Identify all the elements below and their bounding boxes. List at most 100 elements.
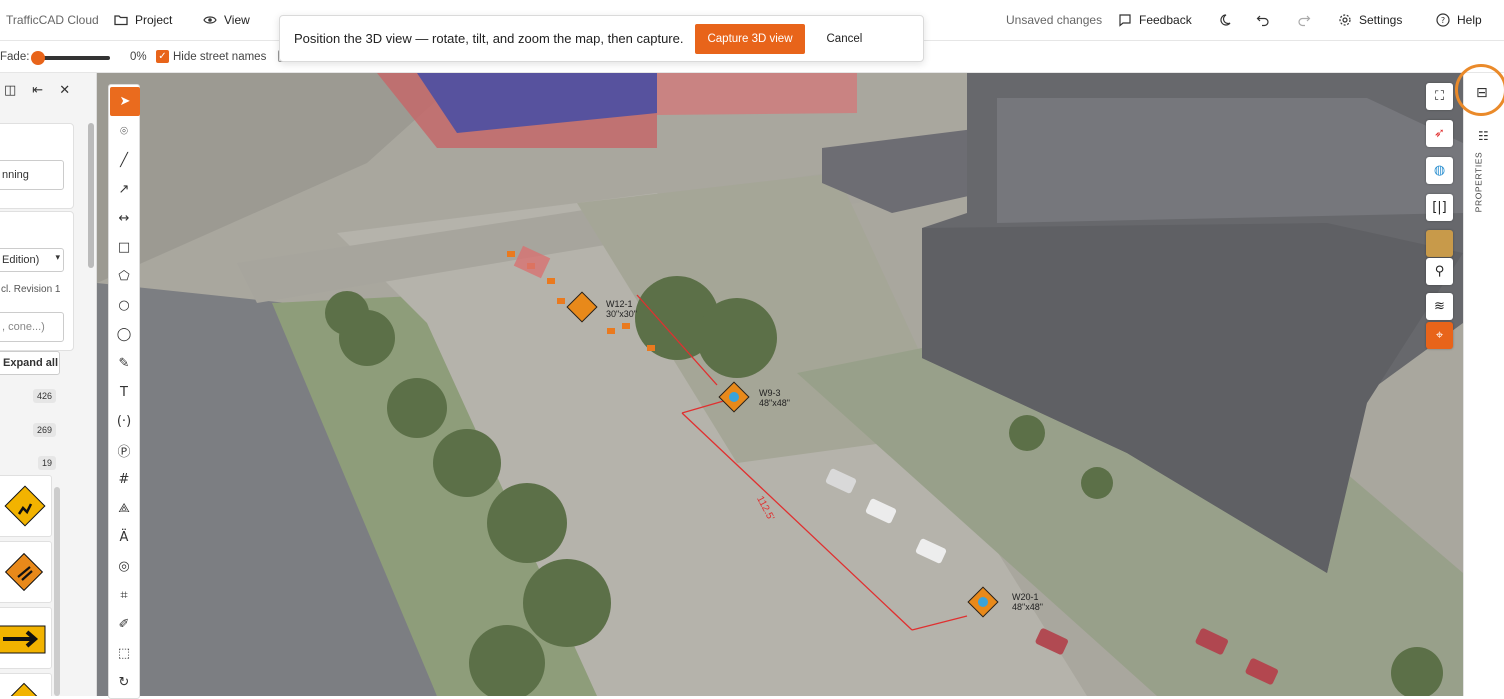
project-menu-label: Project <box>135 13 173 27</box>
ellipse-tool-icon[interactable]: ◯ <box>109 320 139 349</box>
line-tool-icon[interactable]: ╱ <box>109 146 139 175</box>
circle-tool-icon[interactable]: ○ <box>109 291 139 320</box>
compass-icon[interactable]: ➶ <box>1426 120 1453 147</box>
drawing-toolbar: ➤ ⌾ ╱ ↗ ↔ □ ⬠ ○ ◯ ✎ T (·) Ⓟ # ⟁ Ä ◎ ⌗ ✐ … <box>108 84 140 699</box>
arc-tool-icon[interactable]: ↗ <box>109 175 139 204</box>
sign-library-card: Edition) ▾ cl. Revision 1 , cone...) <box>0 211 74 351</box>
crosswalk-tool-icon[interactable]: # <box>109 465 139 494</box>
arrow-board-sign-icon <box>0 625 46 654</box>
undo-icon <box>1256 15 1269 27</box>
warning-sign-icon <box>7 682 41 696</box>
highlighted-zone-pink <box>657 73 857 115</box>
lane-shift-sign-icon <box>4 552 44 592</box>
double-reverse-curve-sign-icon <box>4 485 46 527</box>
redo-icon <box>1298 15 1311 27</box>
feedback-button[interactable]: Feedback <box>1118 13 1192 27</box>
capture-banner: Position the 3D view — rotate, tilt, and… <box>279 15 924 62</box>
edition-select-value: Edition) <box>2 254 40 266</box>
panel-scrollbar[interactable] <box>88 123 94 268</box>
select-tool-icon[interactable]: ➤ <box>110 87 140 116</box>
sign-tile[interactable] <box>0 607 52 669</box>
pegman-icon[interactable]: ⚲ <box>1426 258 1453 285</box>
close-icon[interactable]: ✕ <box>59 83 70 98</box>
svg-text:?: ? <box>1441 16 1445 25</box>
help-label: Help <box>1457 13 1482 27</box>
marker-tool-icon[interactable]: ✐ <box>109 610 139 639</box>
grid-tool-icon[interactable]: ⌗ <box>109 581 139 610</box>
split-view-icon[interactable]: [|] <box>1426 194 1453 221</box>
settings-button[interactable]: Settings <box>1338 13 1402 27</box>
cancel-button[interactable]: Cancel <box>812 32 877 45</box>
undo-button[interactable] <box>1256 13 1270 27</box>
area-select-tool-icon[interactable]: ⬚ <box>109 639 139 668</box>
sign-size: 48"x48" <box>759 398 790 408</box>
sign-size: 30"x30" <box>606 309 637 319</box>
left-panel: ◫ ⇤ ✕ nning Edition) ▾ cl. Revision 1 , c… <box>0 73 97 696</box>
sign-code: W12-1 <box>606 299 633 309</box>
panel-section-card: nning <box>0 123 74 209</box>
fade-slider-thumb[interactable] <box>31 51 45 65</box>
hide-street-names-checkbox[interactable]: ✓ <box>156 50 169 63</box>
moon-icon <box>1220 14 1231 26</box>
pencil-tool-icon[interactable]: ✎ <box>109 349 139 378</box>
category-count-badge: 19 <box>37 456 56 470</box>
redo-button[interactable] <box>1297 13 1311 27</box>
project-menu[interactable]: Project <box>114 13 172 27</box>
node-tool-icon[interactable]: ⟁ <box>109 494 139 523</box>
lasso-tool-icon[interactable]: ⌾ <box>109 117 139 146</box>
theme-toggle-button[interactable] <box>1220 13 1234 27</box>
globe-icon[interactable]: ◍ <box>1426 157 1453 184</box>
text-tool-icon[interactable]: T <box>109 378 139 407</box>
fullscreen-icon[interactable]: ⛶ <box>1426 83 1453 110</box>
measure-tool-icon[interactable]: ↔ <box>109 204 139 233</box>
feedback-label: Feedback <box>1139 13 1192 27</box>
panel-toggle-icon[interactable]: ⊟ <box>1476 85 1494 103</box>
help-circle-icon: ? <box>1436 13 1450 27</box>
bracket-tool-icon[interactable]: (·) <box>109 407 139 436</box>
expand-all-button[interactable]: Expand all <box>0 351 60 375</box>
properties-tab[interactable]: PROPERTIES <box>1473 152 1483 213</box>
help-button[interactable]: ? Help <box>1436 13 1482 27</box>
barricade-tool-icon[interactable]: Ä <box>109 523 139 552</box>
category-count-badge: 426 <box>32 389 56 403</box>
satellite-layer-icon[interactable] <box>1426 230 1453 257</box>
collapse-panel-icon[interactable]: ⇤ <box>32 83 43 98</box>
sign-tile[interactable] <box>0 673 52 696</box>
settings-label: Settings <box>1359 13 1403 27</box>
sliders-icon[interactable]: ☷ <box>1478 129 1489 143</box>
planning-button[interactable]: nning <box>0 160 64 190</box>
sign-code: W9-3 <box>759 388 781 398</box>
capture-instructions: Position the 3D view — rotate, tilt, and… <box>294 31 684 46</box>
sign-search-input[interactable]: , cone...) <box>0 312 64 342</box>
sign-tile[interactable] <box>0 541 52 603</box>
eye-icon <box>203 16 217 24</box>
rectangle-tool-icon[interactable]: □ <box>109 233 139 262</box>
building-roof <box>997 98 1463 223</box>
sign-code: W20-1 <box>1012 592 1039 602</box>
sign-list-scrollbar[interactable] <box>54 487 60 696</box>
gear-icon <box>1339 14 1351 26</box>
polygon-tool-icon[interactable]: ⬠ <box>109 262 139 291</box>
rotate-tool-icon[interactable]: ↻ <box>109 668 139 697</box>
layers-icon[interactable]: ≋ <box>1426 293 1453 320</box>
sign-tile[interactable] <box>0 475 52 537</box>
app-name: TrafficCAD Cloud <box>6 13 99 27</box>
unsaved-changes-text: Unsaved changes <box>1006 13 1103 27</box>
sign-label-w9-3: W9-3 48"x48" <box>759 388 790 408</box>
expand-all-label: Expand all <box>3 357 59 369</box>
hide-street-names-label: Hide street names <box>173 51 267 63</box>
split-panel-icon[interactable]: ◫ <box>4 83 16 98</box>
edition-select[interactable]: Edition) ▾ <box>0 248 64 272</box>
fade-label: Fade: <box>0 51 30 63</box>
parking-tool-icon[interactable]: Ⓟ <box>109 436 139 465</box>
map-3d-view[interactable]: W12-1 30"x30" W9-3 48"x48" W20-1 48"x48" 11… <box>97 73 1463 696</box>
target-tool-icon[interactable]: ◎ <box>109 552 139 581</box>
view-menu[interactable]: View <box>203 13 250 27</box>
fade-value: 0% <box>130 51 147 63</box>
planning-button-label: nning <box>2 169 29 181</box>
view-menu-label: View <box>224 13 250 27</box>
location-tag-icon[interactable]: ⌖ <box>1426 322 1453 349</box>
message-square-icon <box>1119 14 1131 27</box>
chevron-down-icon: ▾ <box>55 253 60 263</box>
capture-3d-view-button[interactable]: Capture 3D view <box>695 23 805 54</box>
